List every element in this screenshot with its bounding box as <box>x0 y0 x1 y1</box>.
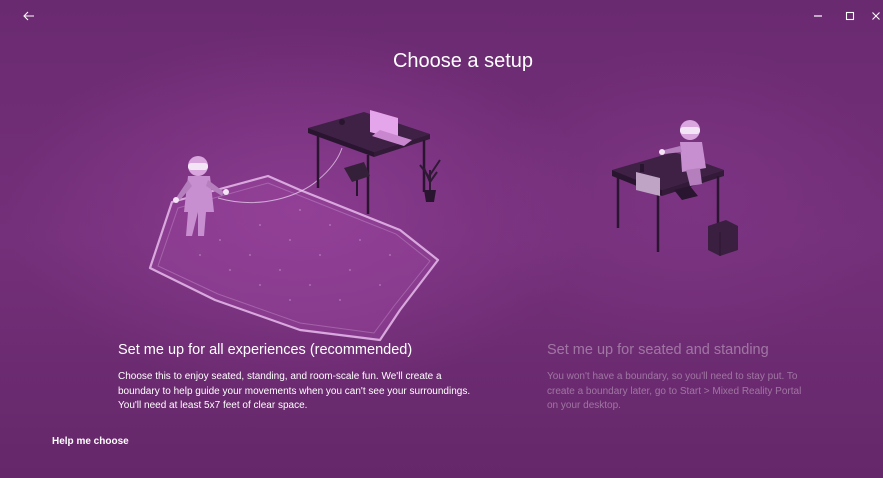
option-seated-standing[interactable]: Set me up for seated and standing You wo… <box>547 340 807 414</box>
mixed-reality-setup-window: Choose a setup Set me up for all experie… <box>0 0 883 478</box>
option-all-experiences[interactable]: Set me up for all experiences (recommend… <box>118 340 478 414</box>
option-all-experiences-title: Set me up for all experiences (recommend… <box>118 342 413 358</box>
option-seated-standing-description: You won't have a boundary, so you'll nee… <box>547 371 802 411</box>
desk-with-pc-illustration <box>308 110 441 214</box>
seated-illustration <box>612 120 738 256</box>
room-scale-illustration <box>148 110 441 342</box>
option-seated-standing-title: Set me up for seated and standing <box>547 342 769 358</box>
option-all-experiences-description: Choose this to enjoy seated, standing, a… <box>118 371 471 411</box>
help-me-choose-link[interactable]: Help me choose <box>52 436 129 447</box>
